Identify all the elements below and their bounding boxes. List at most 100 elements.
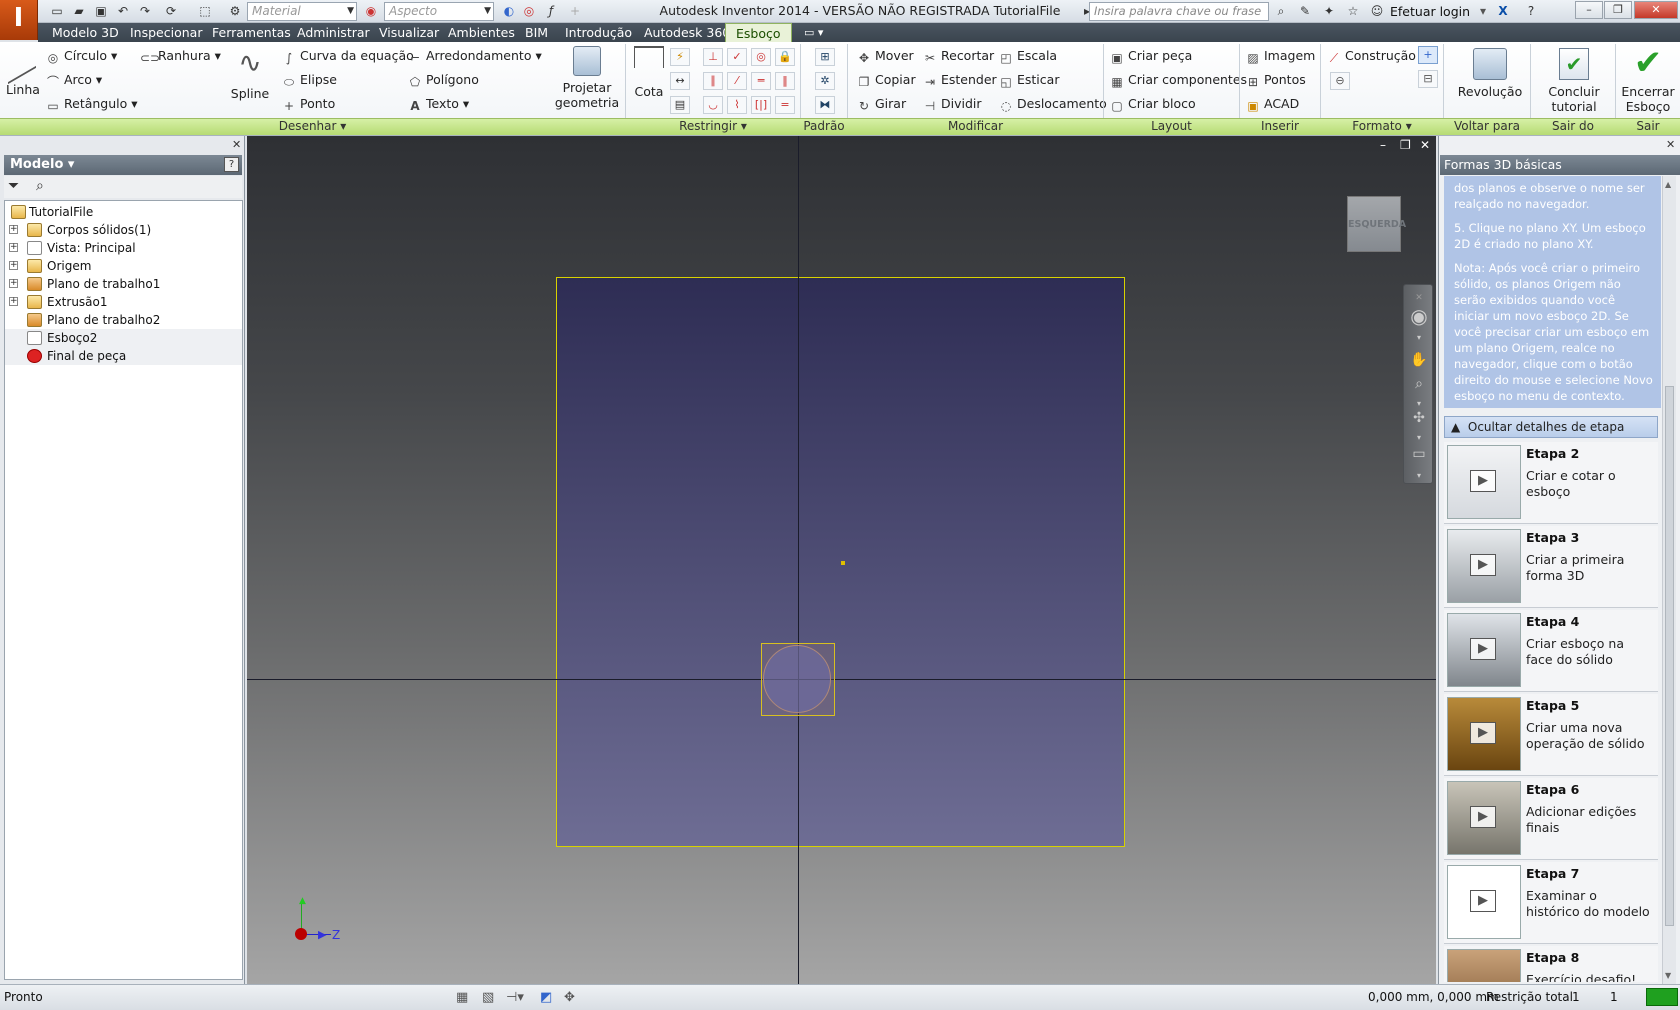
rectangle-button[interactable]: ▭ Retângulo ▾ — [46, 96, 137, 113]
dimension-button[interactable]: Cota — [630, 46, 668, 99]
login-link[interactable]: Efetuar login — [1390, 4, 1470, 19]
open-icon[interactable]: ▰ — [70, 3, 88, 20]
equal-icon[interactable]: = — [775, 96, 795, 114]
coincident-icon[interactable]: ✓ — [727, 48, 747, 66]
cross-icon[interactable]: + — [566, 3, 584, 20]
help-icon[interactable]: ? — [1522, 3, 1540, 20]
material-select[interactable]: Material ▼ — [247, 2, 357, 21]
status-icon-2[interactable]: ▧ — [482, 990, 494, 1005]
undo-icon[interactable]: ↶ — [114, 3, 132, 20]
save-icon[interactable]: ▣ — [92, 3, 110, 20]
group-label-desenhar[interactable]: Desenhar ▾ — [0, 118, 625, 135]
app-menu-button[interactable]: I — [0, 0, 38, 40]
appearance-icon[interactable]: ◉ — [362, 3, 380, 20]
slot-button[interactable]: ⊂⊃Ranhura ▾ — [140, 48, 221, 65]
tree-item[interactable]: Esboço2 — [5, 329, 242, 347]
arc-button[interactable]: ⌒ Arco ▾ — [46, 72, 102, 89]
centerpoint-icon[interactable]: + — [1418, 46, 1438, 64]
rotate-button[interactable]: ↻ Girar — [857, 96, 906, 113]
copy-button[interactable]: ❐ Copiar — [857, 72, 916, 89]
line-button[interactable]: Linha — [6, 39, 40, 97]
smooth-icon[interactable]: ⌇ — [727, 96, 747, 114]
parallel-icon[interactable]: ∥ — [703, 72, 723, 90]
create-block-button[interactable]: ▢ Criar bloco — [1110, 96, 1195, 113]
vertical-icon[interactable]: ‖ — [775, 72, 795, 90]
offset-button[interactable]: ◌ Deslocamento — [999, 96, 1107, 113]
tree-item[interactable]: + Plano de trabalho1 — [5, 275, 242, 293]
text-button[interactable]: A Texto ▾ — [408, 96, 469, 113]
aspect-select[interactable]: Aspecto ▼ — [384, 2, 494, 21]
look-at-icon[interactable]: ▭ — [1410, 445, 1428, 463]
tutorial-step[interactable]: ▶ Etapa 6 Adicionar edições finais — [1444, 778, 1658, 860]
restore-button[interactable]: ❐ — [1604, 1, 1632, 19]
concentric-icon[interactable]: ◎ — [751, 48, 771, 66]
revolve-button[interactable]: Revolução — [1454, 48, 1526, 99]
circular-pattern-icon[interactable]: ✲ — [815, 72, 835, 90]
hide-details-button[interactable]: ▲ Ocultar detalhes de etapa — [1444, 416, 1658, 438]
tab-modelo-3d[interactable]: Modelo 3D — [42, 23, 129, 42]
tree-item[interactable]: Final de peça — [5, 347, 242, 365]
project-geometry-button[interactable]: Projetar geometria — [552, 46, 622, 110]
tutorial-step[interactable]: ▶ Etapa 7 Examinar o histórico do modelo — [1444, 862, 1658, 944]
tree-item[interactable]: + Vista: Principal — [5, 239, 242, 257]
tutorial-scrollbar[interactable]: ▲ ▼ — [1662, 176, 1676, 984]
tree-item[interactable]: TutorialFile — [5, 203, 242, 221]
spline-button[interactable]: ∿ Spline — [230, 48, 270, 102]
equation-curve-button[interactable]: ∫ Curva da equação — [282, 48, 414, 65]
tutorial-step[interactable]: ▶ Etapa 3 Criar a primeira forma 3D — [1444, 526, 1658, 608]
update-icon[interactable]: ⟳ — [162, 3, 180, 20]
make-components-button[interactable]: ▦ Criar componentes — [1110, 72, 1247, 89]
status-icon-1[interactable]: ▦ — [456, 990, 468, 1005]
fillet-button[interactable]: ⌐ Arredondamento ▾ — [408, 48, 542, 65]
collinear-icon[interactable]: ⁄ — [727, 72, 747, 90]
browser-header[interactable]: Modelo ▾ — [4, 155, 242, 175]
star-icon[interactable]: ☆ — [1344, 3, 1362, 20]
status-icon-5[interactable]: ✥ — [564, 990, 575, 1005]
binoculars-icon[interactable]: ⌕ — [1272, 3, 1290, 20]
rectangular-pattern-icon[interactable]: ⊞ — [815, 48, 835, 66]
tree-item[interactable]: Plano de trabalho2 — [5, 311, 242, 329]
points-button[interactable]: ⊞ Pontos — [1246, 72, 1306, 89]
redo-icon[interactable]: ↷ — [136, 3, 154, 20]
function-icon[interactable]: ƒ — [542, 3, 560, 20]
polygon-button[interactable]: ⬠ Polígono — [408, 72, 479, 89]
zoom-icon[interactable]: ⌕ — [1410, 375, 1428, 393]
stretch-button[interactable]: ◱ Esticar — [999, 72, 1059, 89]
browser-help-icon[interactable]: ? — [224, 157, 239, 172]
close-window-button[interactable]: ✕ — [1634, 1, 1678, 19]
point-button[interactable]: + Ponto — [282, 96, 335, 113]
tree-item[interactable]: + Origem — [5, 257, 242, 275]
find-icon[interactable]: ⌕ — [36, 178, 44, 194]
adjust-icon[interactable]: ◎ — [520, 3, 538, 20]
customize-icon[interactable]: ▾ — [1410, 467, 1428, 485]
viewport-restore-icon[interactable]: ❐ — [1400, 138, 1411, 152]
finish-sketch-button[interactable]: ✔ Encerrar Esboço — [1618, 46, 1678, 114]
pan-icon[interactable]: ✋ — [1410, 351, 1428, 369]
circle-button[interactable]: ◎ Círculo ▾ — [46, 48, 117, 65]
split-button[interactable]: ⊣ Dividir — [923, 96, 982, 113]
tutorial-step[interactable]: ▶ Etapa 2 Criar e cotar o esboço — [1444, 442, 1658, 524]
minimize-button[interactable]: – — [1575, 1, 1603, 19]
satellite-icon[interactable]: ✦ — [1320, 3, 1338, 20]
tab-ferramentas[interactable]: Ferramentas — [202, 23, 301, 42]
group-label-formato[interactable]: Formato ▾ — [1321, 118, 1443, 135]
tangent-icon[interactable]: ◡ — [703, 96, 723, 114]
sketch-circle[interactable] — [763, 645, 831, 713]
tutorial-step-partial[interactable]: Etapa 8 Exercício desafio! — [1444, 946, 1658, 982]
settings-icon[interactable]: ⚙ — [226, 3, 244, 20]
status-icon-4[interactable]: ◩ — [540, 990, 552, 1005]
viewcube[interactable]: ESQUERDA — [1347, 196, 1406, 252]
driven-dimension-icon[interactable]: ⊟ — [1418, 70, 1438, 88]
orbit-icon[interactable]: ✣ — [1410, 409, 1428, 427]
finish-tutorial-button[interactable]: ✔ Concluir tutorial — [1538, 48, 1610, 114]
acad-button[interactable]: ▣ ACAD — [1246, 96, 1299, 113]
viewport-minimize-icon[interactable]: – — [1380, 138, 1386, 152]
status-icon-3[interactable]: ⊣▾ — [506, 990, 524, 1005]
show-constraints-icon[interactable]: ↔ — [670, 72, 690, 90]
image-button[interactable]: ▨ Imagem — [1246, 48, 1315, 65]
tab-bim[interactable]: BIM — [515, 23, 558, 42]
tutorial-close-icon[interactable]: ✕ — [1666, 138, 1675, 151]
tab-esboco[interactable]: Esboço — [725, 23, 792, 42]
symmetric-icon[interactable]: [|] — [751, 96, 771, 114]
group-label-restringir[interactable]: Restringir ▾ — [626, 118, 800, 135]
